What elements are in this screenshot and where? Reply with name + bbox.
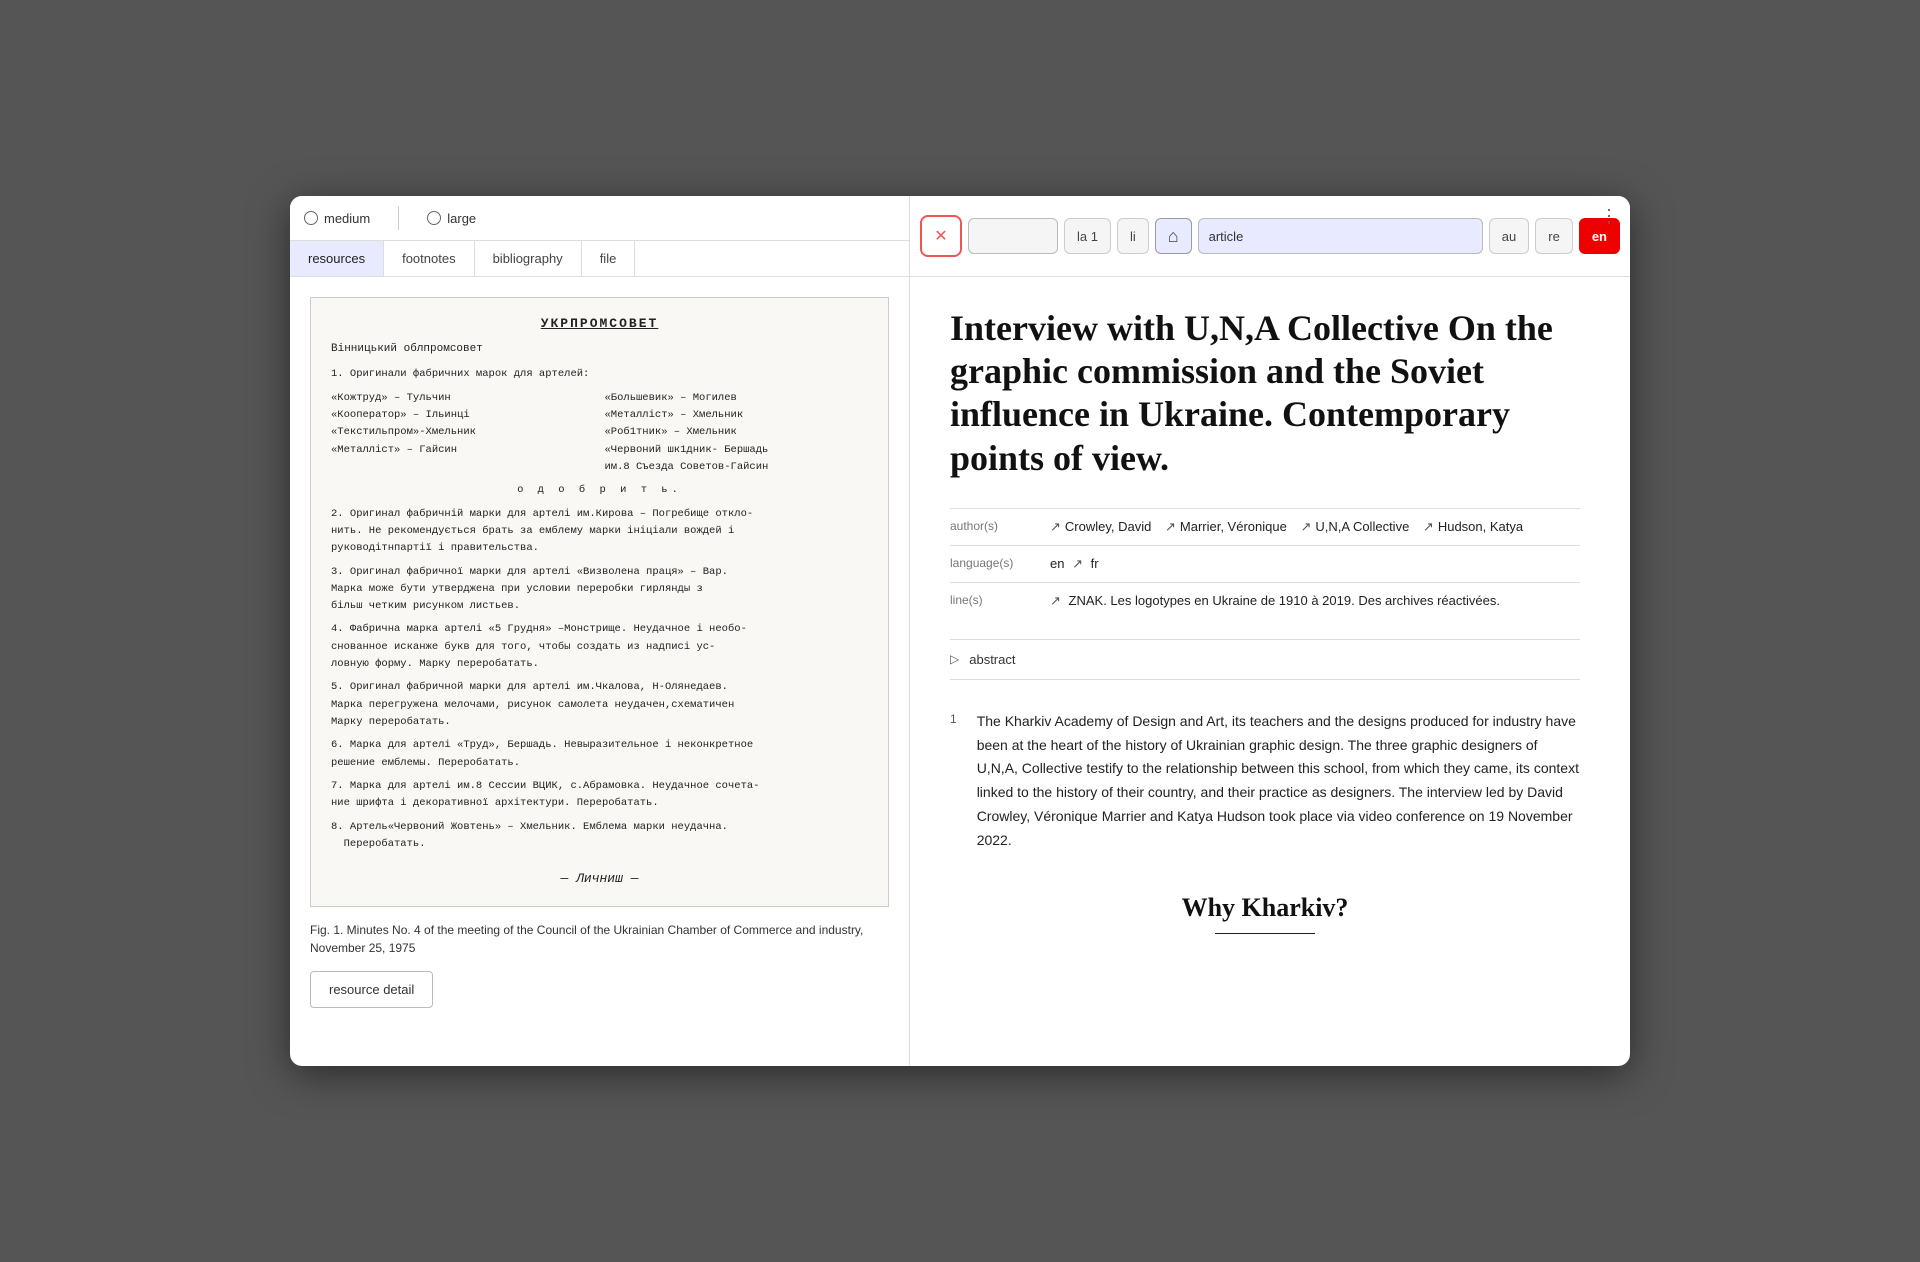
abstract-row[interactable]: ▷ abstract xyxy=(950,639,1580,680)
section-divider xyxy=(1215,933,1315,934)
home-icon: ⌂ xyxy=(1168,226,1179,247)
meta-row-languages: language(s) en ↗ fr xyxy=(950,545,1580,582)
nav-au[interactable]: au xyxy=(1489,218,1529,254)
top-bar: medium large resources footnotes xyxy=(290,196,1630,277)
article-title: Interview with U,N,A Collective On the g… xyxy=(950,307,1580,480)
resource-detail-button[interactable]: resource detail xyxy=(310,971,433,1008)
author-crowley[interactable]: Crowley, David xyxy=(1065,519,1151,534)
left-panel: УКРПРОМСОВЕТ Вінницький облпромсовет 1. … xyxy=(290,277,910,1066)
fig-caption: Fig. 1. Minutes No. 4 of the meeting of … xyxy=(310,921,889,957)
meta-label-lines: line(s) xyxy=(950,582,1050,619)
author-una[interactable]: U,N,A Collective xyxy=(1315,519,1409,534)
tab-resources[interactable]: resources xyxy=(290,241,384,276)
nav-re[interactable]: re xyxy=(1535,218,1573,254)
tab-bibliography[interactable]: bibliography xyxy=(475,241,582,276)
meta-row-authors: author(s) ↗Crowley, David ↗Marrier, Véro… xyxy=(950,508,1580,545)
metadata-table: author(s) ↗Crowley, David ↗Marrier, Véro… xyxy=(950,508,1580,619)
meta-row-lines: line(s) ↗ ZNAK. Les logotypes en Ukraine… xyxy=(950,582,1580,619)
footnote-number: 1 xyxy=(950,710,957,853)
doc-body: 1. Оригинали фабричних марок для артелей… xyxy=(331,366,868,853)
nav-input[interactable] xyxy=(968,218,1058,254)
close-icon: ✕ xyxy=(934,226,947,246)
meta-label-authors: author(s) xyxy=(950,508,1050,545)
abstract-arrow: ▷ xyxy=(950,652,959,666)
nav-la1[interactable]: la 1 xyxy=(1064,218,1111,254)
abstract-label: abstract xyxy=(969,652,1015,667)
nav-li[interactable]: li xyxy=(1117,218,1149,254)
section-heading: Why Kharkiv? xyxy=(950,893,1580,923)
size-large[interactable]: large xyxy=(427,211,476,226)
meta-value-authors: ↗Crowley, David ↗Marrier, Véronique ↗U,N… xyxy=(1050,508,1580,545)
author-marrier[interactable]: Marrier, Véronique xyxy=(1180,519,1287,534)
size-divider xyxy=(398,206,399,230)
footnote-body: 1 The Kharkiv Academy of Design and Art,… xyxy=(950,710,1580,853)
left-panel-header: medium large resources footnotes xyxy=(290,196,910,276)
size-medium-label: medium xyxy=(324,211,370,226)
search-bar[interactable]: article xyxy=(1198,218,1483,254)
main-content: УКРПРОМСОВЕТ Вінницький облпромсовет 1. … xyxy=(290,277,1630,1066)
doc-subtitle: Вінницький облпромсовет xyxy=(331,341,868,359)
radio-medium xyxy=(304,211,318,225)
nav-home[interactable]: ⌂ xyxy=(1155,218,1192,254)
meta-label-languages: language(s) xyxy=(950,545,1050,582)
close-button[interactable]: ✕ xyxy=(920,215,962,257)
doc-title: УКРПРОМСОВЕТ xyxy=(331,314,868,335)
size-large-label: large xyxy=(447,211,476,226)
meta-value-lines: ↗ ZNAK. Les logotypes en Ukraine de 1910… xyxy=(1050,582,1580,619)
right-panel: Interview with U,N,A Collective On the g… xyxy=(910,277,1630,1066)
document-image: УКРПРОМСОВЕТ Вінницький облпромсовет 1. … xyxy=(310,297,889,907)
right-panel-header: ✕ la 1 li ⌂ article au xyxy=(910,196,1630,276)
author-hudson[interactable]: Hudson, Katya xyxy=(1438,519,1523,534)
meta-value-languages: en ↗ fr xyxy=(1050,545,1580,582)
main-window: medium large resources footnotes xyxy=(290,196,1630,1066)
tab-footnotes[interactable]: footnotes xyxy=(384,241,475,276)
footnote-text: The Kharkiv Academy of Design and Art, i… xyxy=(977,710,1580,853)
size-medium[interactable]: medium xyxy=(304,211,370,226)
tabs-row: resources footnotes bibliography file xyxy=(290,241,909,276)
doc-signature: — Личниш — xyxy=(331,869,868,890)
dots-menu[interactable]: ⋮ xyxy=(1600,206,1620,227)
size-options: medium large xyxy=(290,196,909,241)
tab-file[interactable]: file xyxy=(582,241,636,276)
radio-large xyxy=(427,211,441,225)
